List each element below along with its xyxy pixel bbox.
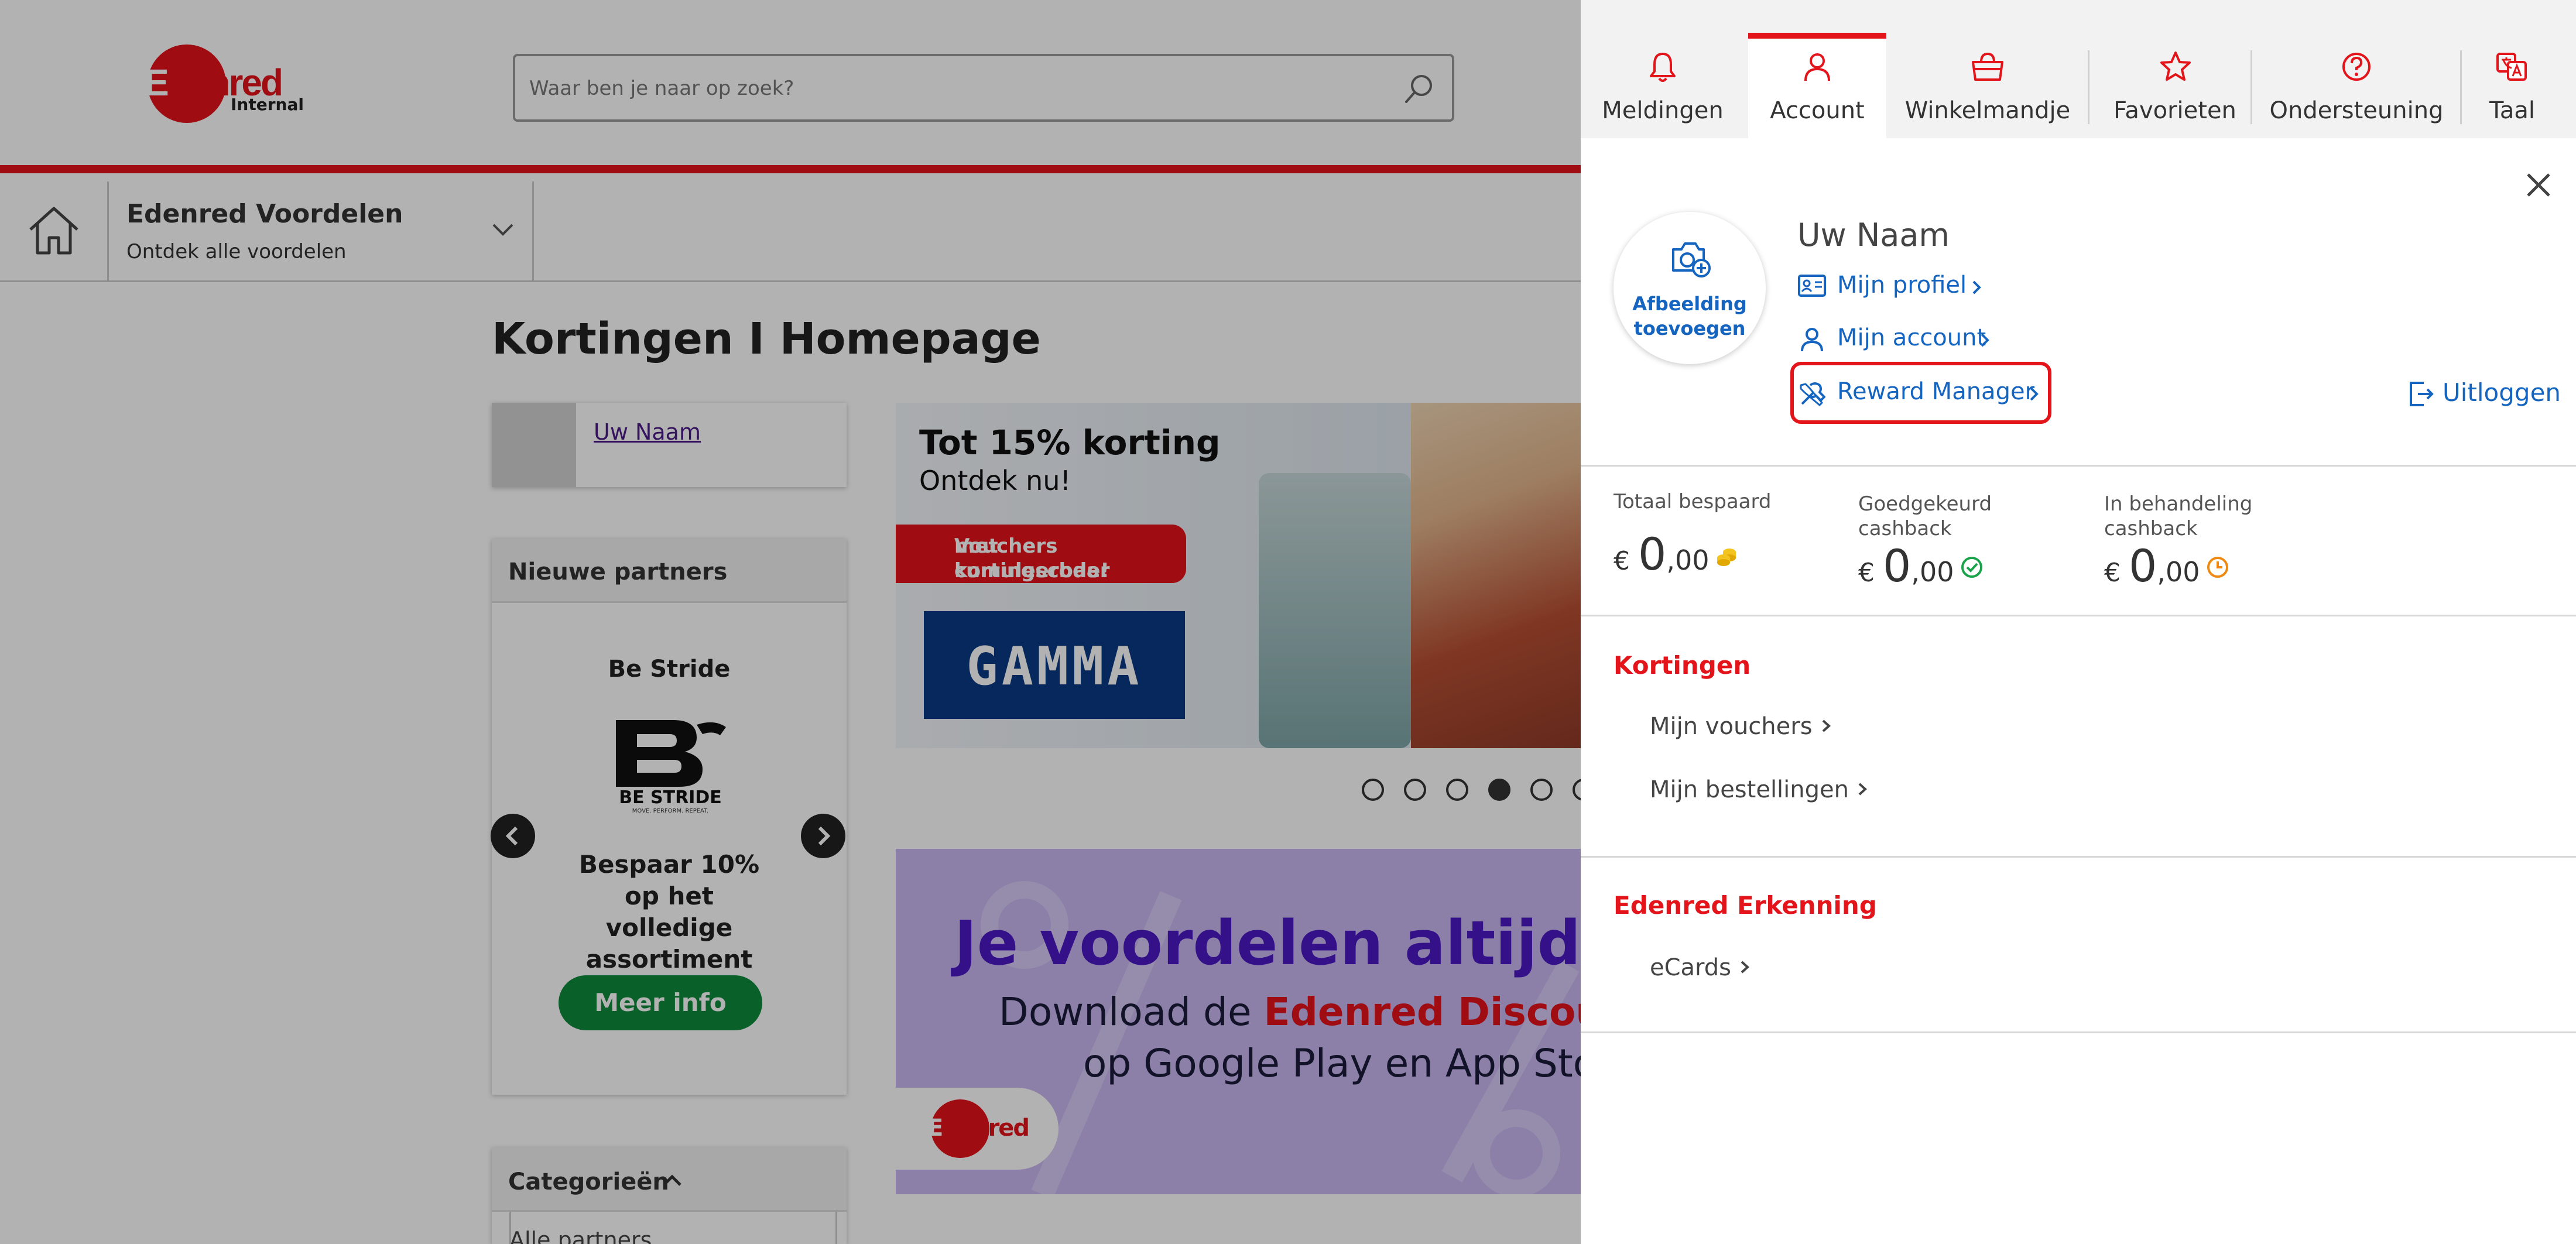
section-title-erkenning: Edenred Erkenning <box>1614 891 1877 920</box>
tab-separator <box>2088 50 2089 124</box>
link-text: Reward Manager <box>1837 378 2035 405</box>
check-circle-icon <box>1961 557 1982 578</box>
tools-icon <box>1800 382 1825 406</box>
tab-ondersteuning[interactable]: Ondersteuning <box>2260 33 2453 138</box>
tab-account[interactable]: Account <box>1748 33 1886 138</box>
camera-add-icon <box>1672 242 1711 277</box>
basket-icon <box>1972 52 2003 81</box>
my-orders-link[interactable]: Mijn bestellingen <box>1650 776 1868 811</box>
panel-tab-bar: Meldingen Account Winkelmandje Favoriete… <box>1581 0 2576 138</box>
translate-icon <box>2496 53 2527 81</box>
star-icon <box>2160 52 2191 81</box>
chevron-right-icon <box>1972 280 1981 294</box>
stat-approved-cashback: Goedgekeurd cashback €0,00 <box>1858 492 2081 592</box>
user-name: Uw Naam <box>1797 217 1950 253</box>
tab-favorieten[interactable]: Favorieten <box>2096 33 2254 138</box>
stat-value: €0,00 <box>1614 528 1739 580</box>
link-text: Mijn account <box>1837 324 1986 351</box>
id-card-icon <box>1798 275 1826 297</box>
add-photo-button[interactable]: Afbeelding toevoegen <box>1614 212 1766 364</box>
link-text: Mijn profiel <box>1837 272 1967 299</box>
user-icon <box>1801 328 1823 352</box>
bell-icon <box>1650 53 1676 82</box>
my-vouchers-link[interactable]: Mijn vouchers <box>1650 713 1831 748</box>
logout-icon <box>2410 382 2434 406</box>
divider <box>1581 465 2576 467</box>
tab-taal[interactable]: Taal <box>2468 33 2556 138</box>
stat-value: €0,00 <box>2104 540 2229 592</box>
divider <box>1581 615 2576 616</box>
tab-label: Ondersteuning <box>2269 97 2444 124</box>
chevron-right-icon <box>1858 783 1867 796</box>
stat-label: Totaal bespaard <box>1614 490 1772 513</box>
stat-value: €0,00 <box>1858 540 1984 592</box>
add-photo-label: Afbeelding toevoegen <box>1632 293 1747 340</box>
chevron-right-icon <box>1822 719 1831 732</box>
tab-separator <box>2460 50 2462 124</box>
tab-label: Favorieten <box>2113 97 2236 124</box>
modal-overlay[interactable] <box>0 0 1581 1244</box>
account-panel: Meldingen Account Winkelmandje Favoriete… <box>1581 0 2576 1244</box>
close-icon[interactable] <box>2521 167 2556 203</box>
tab-label: Winkelmandje <box>1904 97 2071 124</box>
logout-label: Uitloggen <box>2443 378 2561 407</box>
coins-icon <box>1717 549 1736 566</box>
section-title-kortingen: Kortingen <box>1614 651 1751 680</box>
help-icon <box>2342 53 2371 81</box>
chevron-right-icon <box>1741 961 1750 974</box>
stat-total-saved: Totaal bespaard €0,00 <box>1614 489 1836 580</box>
tab-separator <box>2250 50 2252 124</box>
divider <box>1581 1031 2576 1033</box>
tab-label: Meldingen <box>1602 97 1724 124</box>
stat-label: Goedgekeurd cashback <box>1858 492 1992 540</box>
stat-label: In behandeling cashback <box>2104 492 2253 540</box>
stat-pending-cashback: In behandeling cashback €0,00 <box>2104 492 2327 592</box>
user-icon <box>1804 53 1830 81</box>
clock-icon <box>2207 557 2228 578</box>
chevron-right-icon <box>1981 333 1989 347</box>
tab-label: Taal <box>2489 97 2535 124</box>
ecards-link[interactable]: eCards <box>1650 954 1750 989</box>
tab-meldingen[interactable]: Meldingen <box>1598 33 1727 138</box>
chevron-right-icon <box>2030 387 2039 401</box>
tab-winkelmandje[interactable]: Winkelmandje <box>1897 33 2078 138</box>
tab-label: Account <box>1770 97 1865 124</box>
divider <box>1581 856 2576 858</box>
